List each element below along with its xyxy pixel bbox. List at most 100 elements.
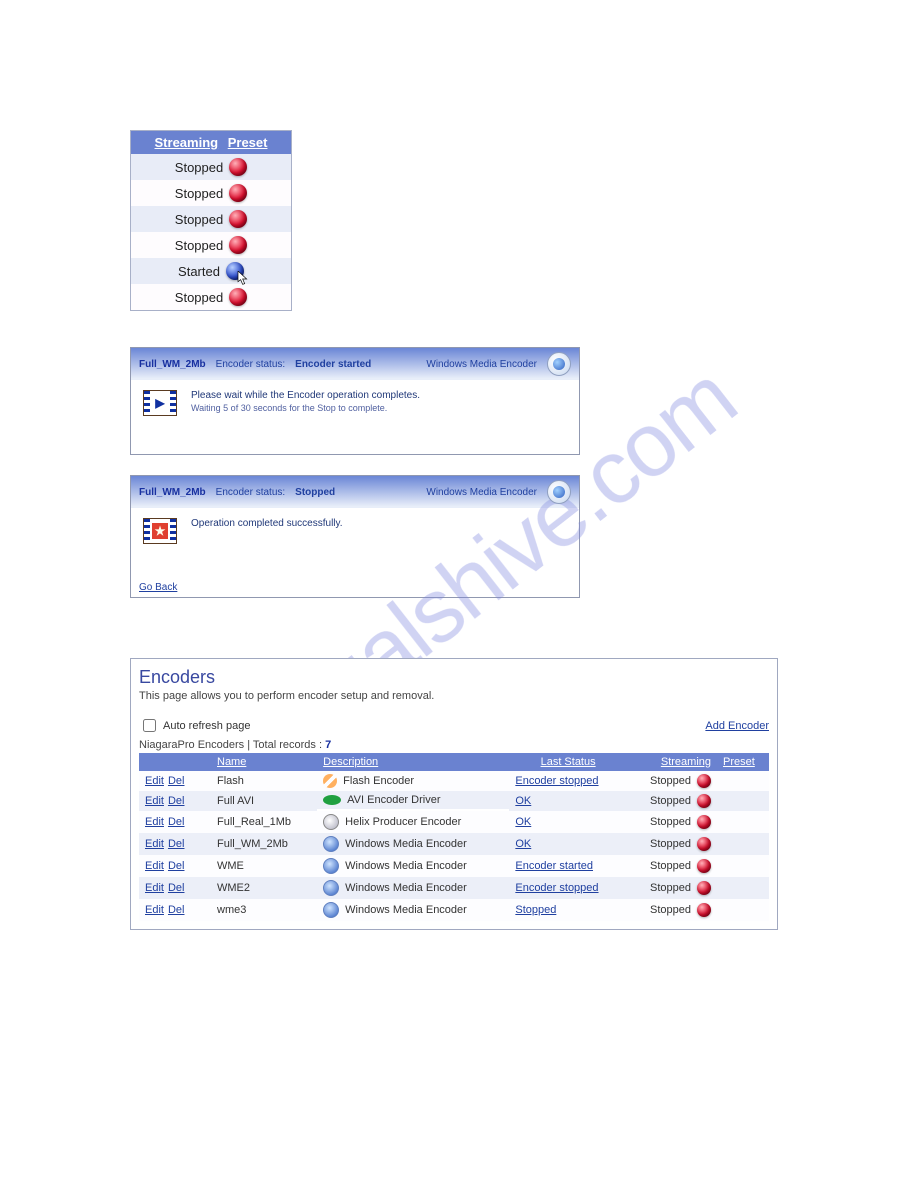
edit-link[interactable]: Edit <box>145 882 164 894</box>
panel-title: Full_WM_2Mb <box>139 487 206 498</box>
encoder-name: Full_WM_2Mb <box>211 833 317 855</box>
col-preset[interactable]: Preset <box>228 135 268 150</box>
auto-refresh-input[interactable] <box>143 719 156 732</box>
edit-link[interactable]: Edit <box>145 795 164 807</box>
wme-icon <box>547 352 571 376</box>
wme-icon <box>547 480 571 504</box>
preset-cell <box>717 771 769 791</box>
go-back-link[interactable]: Go Back <box>139 582 177 593</box>
encoders-table: Name Description Last Status Streaming P… <box>139 753 769 921</box>
edit-link[interactable]: Edit <box>145 860 164 872</box>
encoder-name: Full AVI <box>211 791 317 811</box>
last-status[interactable]: Stopped <box>509 899 627 921</box>
panel-submessage: Waiting 5 of 30 seconds for the Stop to … <box>191 403 420 413</box>
col-last-status[interactable]: Last Status <box>509 753 627 771</box>
encoder-panel-stopped: Full_WM_2Mb Encoder status: Stopped Wind… <box>130 475 580 598</box>
encoder-description: Windows Media Encoder <box>317 833 509 855</box>
table-row: EditDelFlashFlash EncoderEncoder stopped… <box>139 771 769 791</box>
status-led-stopped-icon[interactable] <box>697 774 711 788</box>
status-value: Stopped <box>295 487 335 498</box>
avi-encoder-icon <box>323 795 341 805</box>
encoder-description: Windows Media Encoder <box>317 877 509 899</box>
delete-link[interactable]: Del <box>168 775 185 787</box>
status-led-stopped-icon[interactable] <box>697 903 711 917</box>
wme-encoder-icon <box>323 858 339 874</box>
last-status[interactable]: OK <box>509 833 627 855</box>
encoder-name: wme3 <box>211 899 317 921</box>
status-led-stopped-icon[interactable] <box>229 288 247 306</box>
col-name[interactable]: Name <box>211 753 317 771</box>
table-row: Edit Del Full_WM_2MbWindows Media EncoderO… <box>139 833 769 855</box>
delete-link[interactable]: Del <box>168 838 185 850</box>
status-led-stopped-icon[interactable] <box>697 859 711 873</box>
panel-message: Please wait while the Encoder operation … <box>191 390 420 401</box>
status-led-stopped-icon[interactable] <box>697 837 711 851</box>
streaming-label: Stopped <box>175 290 223 305</box>
flash-encoder-icon <box>323 774 337 788</box>
last-status[interactable]: OK <box>509 811 627 833</box>
streaming-label: Stopped <box>175 160 223 175</box>
encoder-name: WME <box>211 855 317 877</box>
preset-cell <box>717 811 769 833</box>
last-status[interactable]: Encoder started <box>509 855 627 877</box>
table-row: Edit Del WME2Windows Media EncoderEncoder … <box>139 877 769 899</box>
streaming-status: Stopped <box>627 899 717 921</box>
col-streaming[interactable]: Streaming <box>627 753 717 771</box>
streaming-status: Stopped <box>627 791 717 811</box>
streaming-label: Started <box>178 264 220 279</box>
col-preset[interactable]: Preset <box>717 753 769 771</box>
streaming-label: Stopped <box>175 238 223 253</box>
preset-cell <box>717 899 769 921</box>
col-description[interactable]: Description <box>317 753 509 771</box>
delete-link[interactable]: Del <box>168 816 185 828</box>
delete-link[interactable]: Del <box>168 860 185 872</box>
last-status[interactable]: Encoder stopped <box>509 771 627 791</box>
encoder-type-label: Windows Media Encoder <box>426 487 537 498</box>
table-row: EditDelwme3Windows Media EncoderStoppedS… <box>139 899 769 921</box>
delete-link[interactable]: Del <box>168 795 185 807</box>
edit-link[interactable]: Edit <box>145 838 164 850</box>
status-label: Encoder status: <box>216 487 285 498</box>
table-row: EditDelFull_Real_1MbHelix Producer Encod… <box>139 811 769 833</box>
last-status[interactable]: OK <box>509 791 627 811</box>
delete-link[interactable]: Del <box>168 904 185 916</box>
status-led-stopped-icon[interactable] <box>697 881 711 895</box>
streaming-row: Stopped <box>131 154 291 180</box>
wme-encoder-icon <box>323 836 339 852</box>
status-led-stopped-icon[interactable] <box>697 815 711 829</box>
streaming-header: Streaming Preset <box>131 131 291 154</box>
streaming-status: Stopped <box>627 833 717 855</box>
auto-refresh-checkbox[interactable]: Auto refresh page <box>139 716 250 735</box>
table-row: EditDelFull AVIAVI Encoder DriverOKStopp… <box>139 791 769 811</box>
status-led-running-icon[interactable] <box>226 262 244 280</box>
encoder-name: Flash <box>211 771 317 791</box>
col-streaming[interactable]: Streaming <box>155 135 219 150</box>
edit-link[interactable]: Edit <box>145 904 164 916</box>
status-led-stopped-icon[interactable] <box>697 794 711 808</box>
status-led-stopped-icon[interactable] <box>229 236 247 254</box>
encoder-type-label: Windows Media Encoder <box>426 359 537 370</box>
status-label: Encoder status: <box>216 359 285 370</box>
status-led-stopped-icon[interactable] <box>229 184 247 202</box>
streaming-status: Stopped <box>627 855 717 877</box>
delete-link[interactable]: Del <box>168 882 185 894</box>
encoder-description: Windows Media Encoder <box>317 899 509 921</box>
preset-cell <box>717 855 769 877</box>
encoder-panel-started: Full_WM_2Mb Encoder status: Encoder star… <box>130 347 580 455</box>
encoder-description: Helix Producer Encoder <box>317 811 509 833</box>
preset-cell <box>717 833 769 855</box>
last-status[interactable]: Encoder stopped <box>509 877 627 899</box>
table-row: Edit Del WMEWindows Media EncoderEncoder s… <box>139 855 769 877</box>
encoder-name: WME2 <box>211 877 317 899</box>
col-actions <box>139 753 211 771</box>
status-led-stopped-icon[interactable] <box>229 210 247 228</box>
add-encoder-link[interactable]: Add Encoder <box>705 720 769 732</box>
streaming-row: Stopped <box>131 180 291 206</box>
streaming-row: Stopped <box>131 206 291 232</box>
panel-message: Operation completed successfully. <box>191 518 343 529</box>
edit-link[interactable]: Edit <box>145 816 164 828</box>
status-led-stopped-icon[interactable] <box>229 158 247 176</box>
wme-encoder-icon <box>323 902 339 918</box>
encoder-description: Windows Media Encoder <box>317 855 509 877</box>
edit-link[interactable]: Edit <box>145 775 164 787</box>
